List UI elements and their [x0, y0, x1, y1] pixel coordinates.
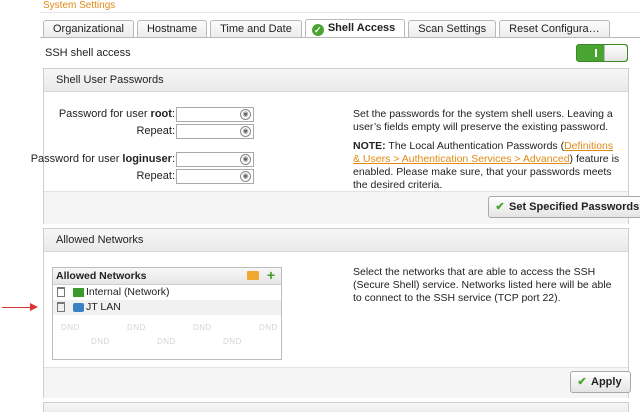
root-password-label-suffix: :: [171, 108, 175, 120]
network-label: JT LAN: [86, 301, 121, 313]
allowed-networks-description: Select the networks that are able to acc…: [353, 266, 612, 304]
panel-footer: [44, 367, 628, 398]
tab-shell-access[interactable]: ✓ Shell Access: [304, 19, 406, 38]
panel-title: Shell User Passwords: [44, 69, 628, 92]
drop-zone-hint: DND: [223, 337, 242, 346]
tab-hostname[interactable]: Hostname: [136, 20, 208, 37]
list-header: Allowed Networks +: [53, 268, 281, 285]
section-title: System Settings: [43, 0, 116, 11]
drop-zone-hint: DND: [61, 323, 80, 332]
add-icon[interactable]: +: [267, 268, 275, 283]
set-passwords-label: Set Specified Passwords: [509, 201, 640, 213]
loginuser-password-input[interactable]: ◉: [176, 152, 254, 167]
tab-reset-configuration[interactable]: Reset Configura…: [499, 20, 610, 37]
drop-zone-hint: DND: [157, 337, 176, 346]
toggle-knob[interactable]: [604, 45, 627, 61]
shell-user-passwords-panel: Shell User Passwords Password for user r…: [31, 68, 640, 224]
tab-organizational[interactable]: Organizational: [43, 20, 134, 37]
show-password-icon[interactable]: ◉: [240, 109, 251, 120]
note-text-pre: The Local Authentication Passwords (: [385, 140, 565, 152]
root-repeat-input[interactable]: ◉: [176, 124, 254, 139]
trash-icon[interactable]: [57, 302, 65, 312]
title-divider: [40, 12, 640, 13]
loginuser-username: loginuser: [122, 153, 172, 165]
checkmark-icon: ✔: [495, 201, 505, 213]
root-password-label: Password for user root:: [25, 108, 175, 120]
show-password-icon[interactable]: ◉: [240, 171, 251, 182]
note-label: NOTE:: [353, 140, 386, 152]
apply-label: Apply: [591, 376, 622, 388]
list-title: Allowed Networks: [56, 270, 147, 282]
lan-icon: [73, 303, 84, 312]
list-item[interactable]: JT LAN: [53, 300, 281, 315]
show-password-icon[interactable]: ◉: [240, 126, 251, 137]
drop-zone-hint: DND: [127, 323, 146, 332]
set-specified-passwords-button[interactable]: ✔ Set Specified Passwords: [488, 196, 640, 218]
passwords-description: Set the passwords for the system shell u…: [353, 108, 613, 133]
ssh-shell-access-label: SSH shell access: [45, 47, 131, 59]
tabs-divider: [40, 37, 640, 38]
root-password-input[interactable]: ◉: [176, 107, 254, 122]
drop-zone-hint: DND: [91, 337, 110, 346]
apply-button[interactable]: ✔ Apply: [570, 371, 631, 393]
root-username: root: [150, 108, 172, 120]
drop-zone-hint: DND: [193, 323, 212, 332]
network-label: Internal (Network): [86, 286, 170, 298]
loginuser-password-label-suffix: :: [171, 153, 175, 165]
tab-scan-settings[interactable]: Scan Settings: [408, 20, 497, 37]
tab-shell-access-label: Shell Access: [327, 22, 396, 34]
passwords-note: NOTE: The Local Authentication Passwords…: [353, 140, 623, 192]
loginuser-repeat-label: Repeat:: [136, 170, 175, 182]
annotation-arrow-head: [30, 303, 38, 311]
loginuser-password-label-prefix: Password for user: [30, 153, 123, 165]
tab-time-and-date[interactable]: Time and Date: [210, 20, 302, 37]
root-password-label-prefix: Password for user: [58, 108, 151, 120]
folder-icon[interactable]: [247, 271, 259, 280]
ssh-access-toggle[interactable]: [576, 44, 628, 62]
root-repeat-label: Repeat:: [136, 125, 175, 137]
allowed-networks-list[interactable]: Allowed Networks + Internal (Network) JT…: [52, 267, 282, 360]
panel-title: Allowed Networks: [44, 229, 628, 252]
trash-icon[interactable]: [57, 287, 65, 297]
loginuser-password-label: Password for user loginuser:: [25, 153, 175, 165]
network-icon: [73, 288, 84, 297]
check-circle-icon: ✓: [311, 24, 324, 36]
drop-zone-hint: DND: [259, 323, 278, 332]
checkmark-icon: ✔: [577, 376, 587, 388]
loginuser-repeat-input[interactable]: ◉: [176, 169, 254, 184]
tab-bar: Organizational Hostname Time and Date ✓ S…: [43, 19, 610, 38]
toggle-on-indicator: [595, 49, 597, 57]
list-item[interactable]: Internal (Network): [53, 285, 281, 300]
show-password-icon[interactable]: ◉: [240, 154, 251, 165]
